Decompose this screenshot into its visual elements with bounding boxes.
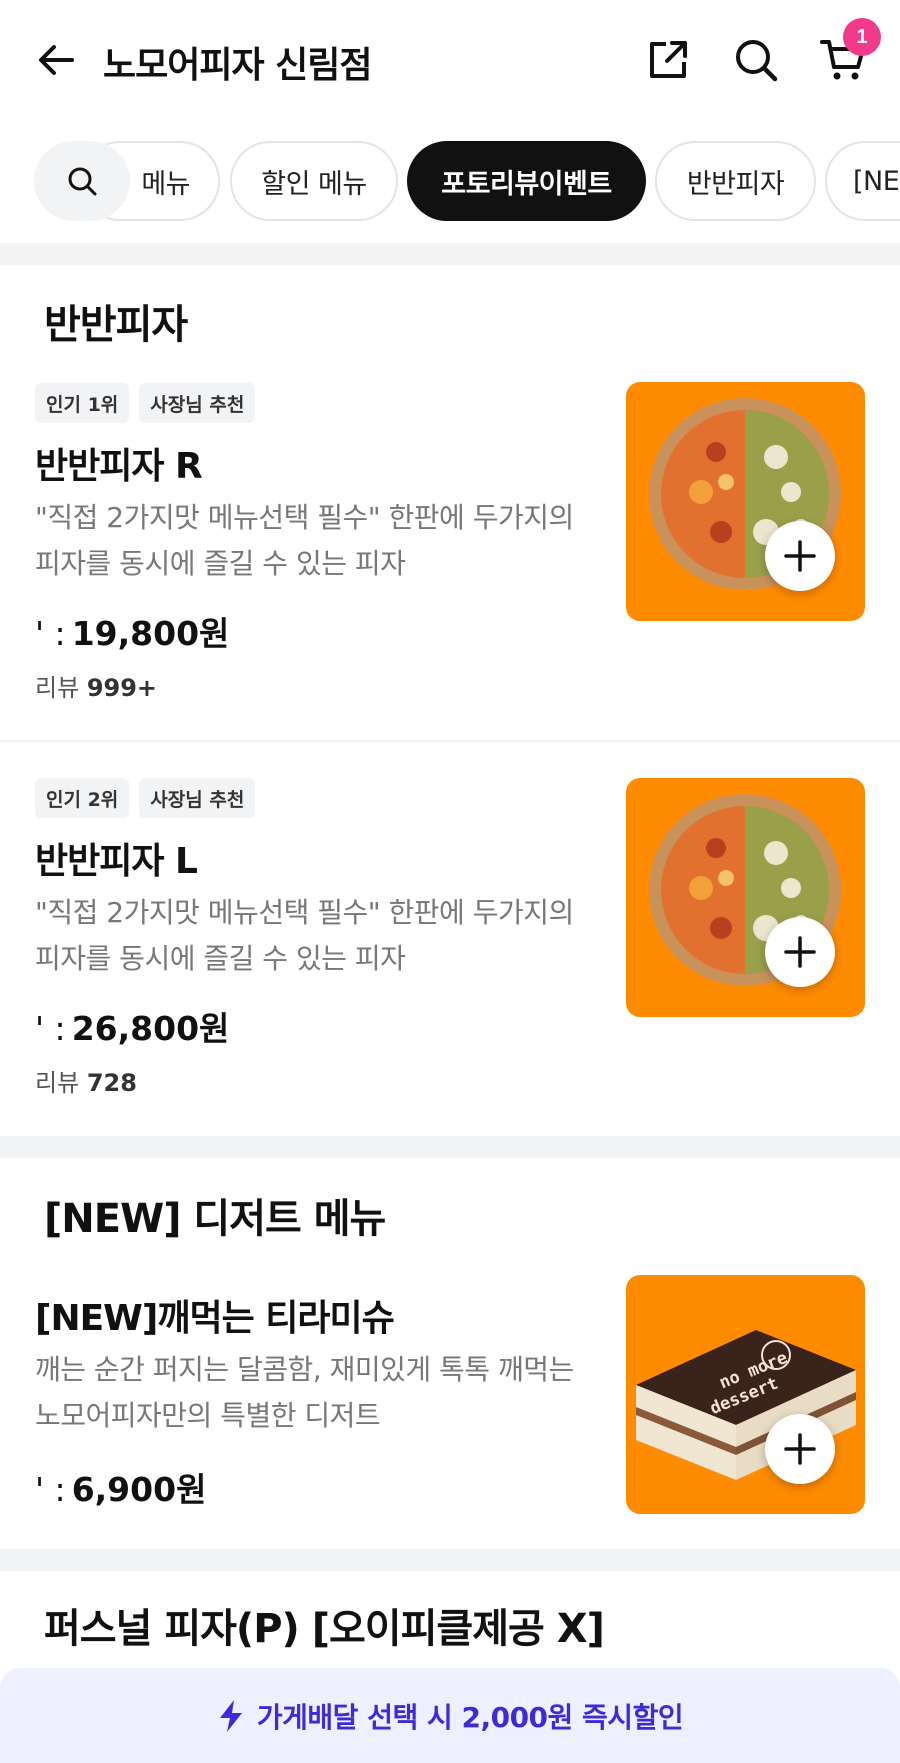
- back-button[interactable]: [30, 34, 82, 86]
- review-count: 728: [86, 1069, 137, 1097]
- rank-badge: 인기 1위: [35, 383, 130, 423]
- cart-count-badge: 1: [843, 18, 881, 56]
- rank-badge: 인기 2위: [35, 778, 130, 818]
- item-price: ' :19,800원: [35, 607, 229, 655]
- section-divider: [0, 1136, 900, 1158]
- item-image-pizza[interactable]: [626, 382, 865, 621]
- item-separator: [0, 740, 900, 742]
- item-name: 반반피자 R: [35, 446, 203, 487]
- promo-text: 가게배달 선택 시 2,000원 즉시할인: [256, 1700, 684, 1734]
- half-half-pizza-image: [649, 794, 841, 986]
- price-prefix: ' :: [35, 614, 66, 653]
- top-bar: 노모어피자 신림점 1: [0, 0, 900, 120]
- lightning-icon: [219, 1699, 242, 1732]
- search-button[interactable]: [728, 32, 784, 88]
- review-label: 리뷰: [35, 674, 80, 702]
- item-description: 깨는 순간 퍼지는 달콤함, 재미있게 톡톡 깨먹는 노모어피자만의 특별한 디…: [35, 1353, 574, 1432]
- section-title: 반반피자: [44, 302, 188, 348]
- owner-pick-badge: 사장님 추천: [139, 778, 256, 818]
- section-divider: [0, 243, 900, 265]
- item-price: ' :26,800원: [35, 1002, 229, 1050]
- menu-search-button[interactable]: [34, 141, 130, 221]
- delivery-discount-banner[interactable]: 가게배달 선택 시 2,000원 즉시할인: [0, 1668, 900, 1763]
- category-chip-bar: 메뉴 할인 메뉴 포토리뷰이벤트 반반피자 [NE: [0, 141, 900, 221]
- cart-button[interactable]: 1: [815, 18, 881, 88]
- tab-photo-review-event[interactable]: 포토리뷰이벤트: [407, 141, 646, 221]
- item-badges: 인기 1위 사장님 추천: [35, 383, 256, 423]
- tab-discount-menu[interactable]: 할인 메뉴: [230, 141, 398, 221]
- review-label: 리뷰: [35, 1069, 80, 1097]
- plus-icon: [784, 1433, 816, 1465]
- tiramisu-cake-image: no more dessert: [636, 1330, 856, 1480]
- item-name: [NEW]깨먹는 티라미슈: [35, 1298, 395, 1339]
- search-icon: [736, 40, 778, 82]
- price-value: 19,800원: [71, 614, 230, 653]
- price-prefix: ' :: [35, 1009, 66, 1048]
- section-title: 퍼스널 피자(P) [오이피클제공 X]: [44, 1606, 605, 1652]
- store-title: 노모어피자 신림점: [103, 45, 372, 86]
- item-review: 리뷰 728: [35, 1063, 137, 1098]
- price-prefix: ' :: [35, 1470, 66, 1509]
- plus-icon: [784, 540, 816, 572]
- review-count: 999+: [86, 674, 158, 702]
- add-to-cart-button[interactable]: [765, 917, 835, 987]
- item-image-tiramisu[interactable]: no more dessert: [626, 1275, 865, 1514]
- plus-icon: [784, 936, 816, 968]
- tab-half-half-pizza[interactable]: 반반피자: [655, 141, 816, 221]
- tab-new[interactable]: [NE: [825, 141, 900, 221]
- item-review: 리뷰 999+: [35, 668, 157, 703]
- item-price: ' :6,900원: [35, 1463, 206, 1511]
- add-to-cart-button[interactable]: [765, 1414, 835, 1484]
- item-description: "직접 2가지맛 메뉴선택 필수" 한판에 두가지의 피자를 동시에 즐길 수 …: [35, 896, 574, 975]
- add-to-cart-button[interactable]: [765, 521, 835, 591]
- menu-item[interactable]: 인기 2위 사장님 추천 반반피자 L "직접 2가지맛 메뉴선택 필수" 한판…: [0, 760, 900, 1130]
- share-icon: [650, 41, 687, 78]
- menu-item[interactable]: 인기 1위 사장님 추천 반반피자 R "직접 2가지맛 메뉴선택 필수" 한판…: [0, 365, 900, 735]
- item-name: 반반피자 L: [35, 841, 198, 882]
- search-icon: [68, 167, 97, 196]
- half-half-pizza-image: [649, 398, 841, 590]
- section-divider: [0, 1549, 900, 1571]
- item-badges: 인기 2위 사장님 추천: [35, 778, 256, 818]
- item-description: "직접 2가지맛 메뉴선택 필수" 한판에 두가지의 피자를 동시에 즐길 수 …: [35, 501, 574, 580]
- section-title: [NEW] 디저트 메뉴: [44, 1196, 386, 1242]
- item-image-pizza[interactable]: [626, 778, 865, 1017]
- menu-item[interactable]: [NEW]깨먹는 티라미슈 깨는 순간 퍼지는 달콤함, 재미있게 톡톡 깨먹는…: [0, 1275, 900, 1545]
- price-value: 26,800원: [71, 1009, 230, 1048]
- owner-pick-badge: 사장님 추천: [139, 383, 256, 423]
- share-button[interactable]: [640, 32, 696, 88]
- arrow-left-icon: [39, 45, 74, 75]
- price-value: 6,900원: [71, 1470, 207, 1509]
